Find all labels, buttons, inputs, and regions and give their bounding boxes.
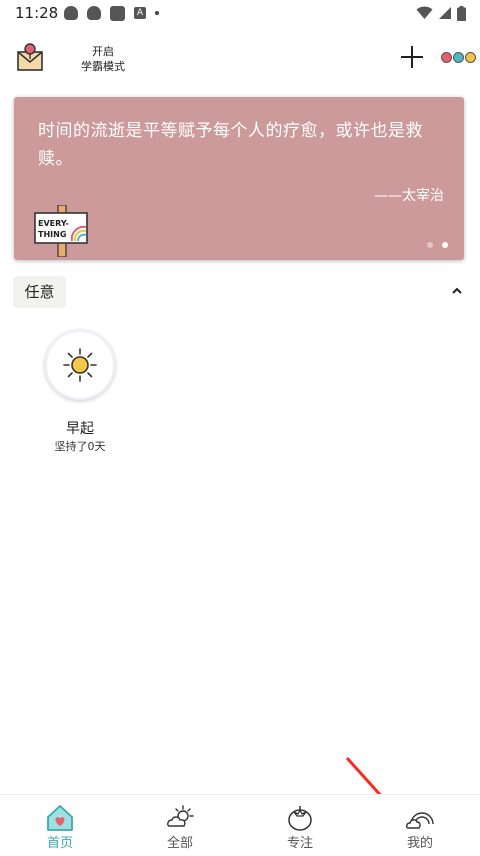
sign-text-line2: THING [38, 230, 66, 239]
quote-pager [427, 242, 448, 248]
a-icon: A [134, 7, 146, 19]
sign-text-line1: EVERY- [38, 219, 69, 228]
habit-item[interactable]: 早起 坚持了0天 [30, 330, 130, 455]
more-dot [453, 52, 464, 63]
plus-icon[interactable] [399, 44, 425, 70]
tomato-icon [288, 806, 312, 831]
nav-label-mine: 我的 [406, 836, 433, 851]
nav-item-mine[interactable]: 我的 [360, 795, 480, 856]
pager-dot[interactable] [427, 242, 433, 248]
nav-item-all[interactable]: 全部 [120, 795, 240, 856]
header: 开启 学霸模式 [0, 40, 480, 80]
nav-item-home[interactable]: 首页 [0, 795, 120, 856]
more-dot [465, 52, 476, 63]
habit-streak: 坚持了0天 [54, 440, 106, 453]
system-icons [416, 4, 466, 22]
cloud-sun-icon [167, 805, 194, 827]
status-bar: 11:28 A [0, 0, 480, 26]
battery-icon [457, 5, 466, 21]
chevron-up-icon[interactable] [450, 285, 464, 297]
pager-dot-active[interactable] [442, 242, 448, 248]
nav-label-all: 全部 [166, 836, 193, 851]
quote-text: 时间的流逝是平等赋予每个人的疗愈，或许也是救赎。 [38, 121, 423, 169]
nav-label-home: 首页 [46, 836, 73, 851]
envelope-heart-icon[interactable] [16, 42, 44, 74]
quote-author: ——太宰治 [374, 188, 444, 204]
bottom-nav: 首页 全部 专注 我的 [0, 794, 480, 856]
category-tag[interactable]: 任意 [13, 276, 66, 308]
nav-label-focus: 专注 [286, 836, 313, 851]
mode-label-line2: 学霸模式 [81, 60, 125, 73]
home-heart-icon [47, 805, 73, 831]
everything-sign-illustration: EVERY- THING [34, 205, 88, 257]
app-icon [110, 5, 125, 21]
notification-icons: A [64, 5, 159, 21]
cloud-rainbow-icon [406, 812, 434, 829]
more-dot [441, 52, 452, 63]
study-mode-toggle[interactable]: 开启 学霸模式 [78, 44, 128, 74]
qq-icon [87, 6, 101, 20]
sun-icon [63, 348, 97, 382]
signal-icon [439, 7, 451, 19]
wifi-icon [416, 6, 433, 19]
qq-icon [64, 6, 78, 20]
habit-icon-circle[interactable] [45, 330, 115, 400]
three-dots-icon[interactable] [441, 52, 476, 64]
status-time: 11:28 [15, 4, 59, 22]
habit-name: 早起 [66, 421, 94, 437]
quote-card[interactable]: 时间的流逝是平等赋予每个人的疗愈，或许也是救赎。 ——太宰治 EVERY- TH… [14, 97, 464, 260]
dot-icon [155, 11, 159, 15]
nav-item-focus[interactable]: 专注 [240, 795, 360, 856]
mode-label-line1: 开启 [92, 45, 114, 58]
